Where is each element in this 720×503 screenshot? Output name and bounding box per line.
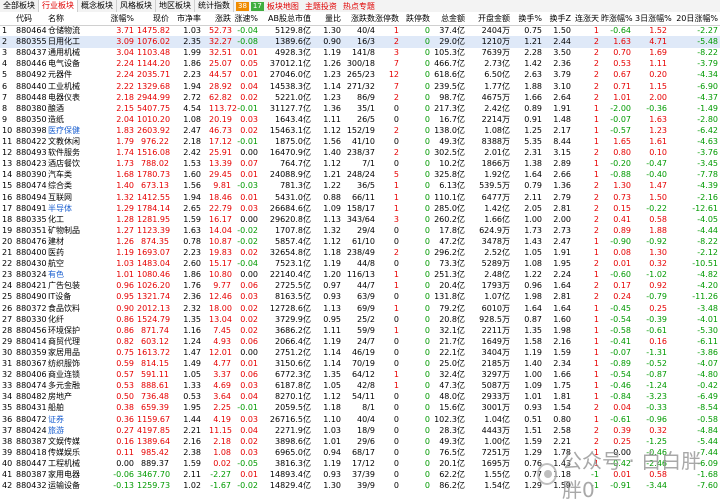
- tab-link[interactable]: 热点专题: [340, 1, 378, 12]
- tab-3[interactable]: 风格板块: [117, 0, 156, 12]
- column-header-cell[interactable]: 换手%: [514, 12, 542, 25]
- tab-4[interactable]: 地区板块: [156, 0, 195, 12]
- cell-no: 42: [2, 481, 13, 491]
- column-header-cell[interactable]: 开盘金额: [468, 12, 510, 25]
- column-header-cell[interactable]: 量比: [313, 12, 341, 25]
- column-header-cell[interactable]: 跌停数: [402, 12, 430, 25]
- column-header-cell[interactable]: [2, 12, 16, 25]
- cell-code: 880432: [16, 481, 47, 491]
- tab-0[interactable]: 全部板块: [0, 0, 39, 12]
- cell-amount: 86.2亿: [439, 481, 465, 491]
- column-header: 代码 名称 涨幅% 现价 市净率 涨跌 涨速% AB股总市值 量比 涨跌数 涨停数 跌停数 总金额 开盘金…: [0, 12, 720, 26]
- column-header-cell[interactable]: 涨幅%: [110, 12, 134, 25]
- cell-limup: 0: [393, 481, 399, 491]
- column-header-cell[interactable]: 涨停数: [375, 12, 399, 25]
- tab-1[interactable]: 行业板块: [39, 0, 78, 12]
- column-header-cell[interactable]: 换手Z: [545, 12, 571, 25]
- column-header-cell[interactable]: AB股总市值: [259, 12, 311, 25]
- column-header-cell[interactable]: 代码: [16, 12, 48, 25]
- column-header-cell[interactable]: 现价: [137, 12, 169, 25]
- tab-5[interactable]: 统计指数: [195, 0, 234, 12]
- cell-updown: 39/9: [357, 481, 375, 491]
- column-header-cell[interactable]: 涨跌数: [345, 12, 375, 25]
- tab-link[interactable]: 板块地图: [264, 1, 302, 12]
- cell-open: 1.54亿: [484, 481, 510, 491]
- wechat-icon: [537, 463, 558, 485]
- cell-chg: -0.13: [113, 481, 134, 491]
- cell-speed: -0.02: [237, 481, 258, 491]
- tab-badge: 17: [250, 1, 264, 11]
- tab-2[interactable]: 概念板块: [78, 0, 117, 12]
- column-header-cell[interactable]: 涨速%: [232, 12, 258, 25]
- column-header-cell[interactable]: 3日涨幅%: [635, 12, 672, 25]
- column-header-cell[interactable]: 总金额: [431, 12, 465, 25]
- column-header-cell[interactable]: 名称: [48, 12, 108, 25]
- cell-price: 1259.73: [137, 481, 171, 491]
- cell-mcap: 14829.4亿: [269, 481, 311, 491]
- watermark: 公众号 · 白白胖胖0: [537, 449, 715, 502]
- column-header-cell[interactable]: 昨涨幅%: [601, 12, 633, 25]
- column-header-cell[interactable]: 市净率: [171, 12, 201, 25]
- cell-pb: 1.02: [183, 481, 201, 491]
- column-header-cell[interactable]: 连涨天: [573, 12, 599, 25]
- tab-badge: 38: [236, 1, 249, 11]
- cell-diff: -1.67: [210, 481, 231, 491]
- watermark-text: 公众号 · 白白胖胖0: [562, 449, 702, 502]
- column-header-cell[interactable]: 20日涨幅%: [670, 12, 718, 25]
- tab-link[interactable]: 主题投资: [302, 1, 340, 12]
- cell-vr: 1.30: [323, 481, 341, 491]
- column-header-cell[interactable]: 涨跌: [209, 12, 231, 25]
- cell-limdn: 0: [424, 481, 430, 491]
- cell-name: 运输设备: [48, 481, 80, 491]
